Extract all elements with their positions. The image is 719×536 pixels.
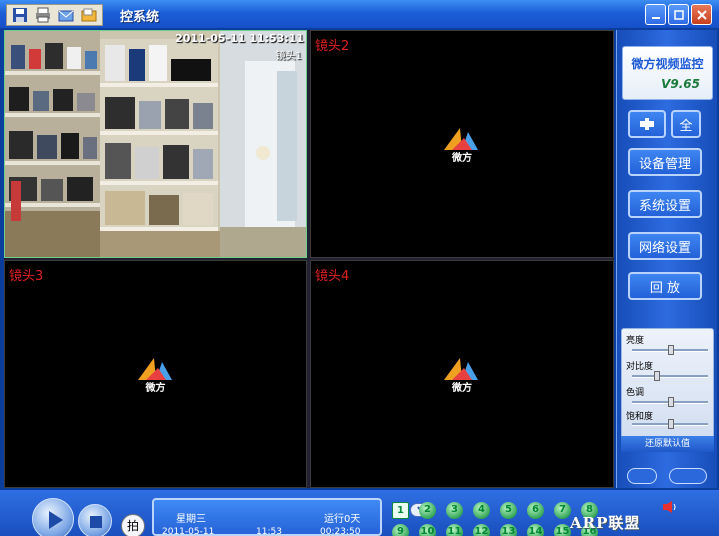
maximize-button[interactable] xyxy=(668,4,689,25)
channel-button-6[interactable]: 6 xyxy=(527,502,544,519)
channel-button-13[interactable]: 13 xyxy=(500,524,517,536)
pin-button[interactable] xyxy=(628,110,666,138)
image-adjust-panel: 亮度 对比度 色调 饱和度 xyxy=(621,328,714,452)
weifang-logo-icon: 微方 xyxy=(438,354,486,394)
lock-button[interactable] xyxy=(627,468,657,484)
close-icon xyxy=(696,9,707,20)
channel-button-5[interactable]: 5 xyxy=(500,502,517,519)
playback-button[interactable]: 回 放 xyxy=(628,272,702,300)
brightness-slider[interactable] xyxy=(632,345,708,355)
snapshot-button[interactable]: 拍 xyxy=(121,514,145,536)
stop-icon xyxy=(90,516,102,528)
channel-button-11[interactable]: 11 xyxy=(446,524,463,536)
channel-button-7[interactable]: 7 xyxy=(554,502,571,519)
video-grid: 2011-05-11 11:53:11 镜头1 镜头2 微方 镜头3 微方 镜头… xyxy=(4,30,614,488)
app-window: 控系统 2011-05-11 11:53:11 镜头1 镜头2 微方 镜头3 微… xyxy=(0,0,719,536)
channel-button-15[interactable]: 15 xyxy=(554,524,571,536)
play-button[interactable] xyxy=(32,498,74,536)
saturation-label: 饱和度 xyxy=(626,412,654,422)
date-label: 2011-05-11 xyxy=(162,527,215,536)
saturation-slider[interactable] xyxy=(632,419,708,429)
slider-thumb[interactable] xyxy=(668,345,674,355)
camera-pane-2[interactable]: 镜头2 微方 xyxy=(310,30,614,258)
quick-toolbar xyxy=(6,4,103,26)
brightness-label: 亮度 xyxy=(626,336,645,346)
version-label: V9.65 xyxy=(661,77,700,91)
folder-icon[interactable] xyxy=(79,6,99,24)
camera-pane-1[interactable]: 2011-05-11 11:53:11 镜头1 xyxy=(4,30,307,258)
window-title: 控系统 xyxy=(120,10,160,25)
time-label: 11:53 xyxy=(256,527,282,536)
channel-button-10[interactable]: 10 xyxy=(419,524,436,536)
channel-button-9[interactable]: 9 xyxy=(392,524,409,536)
run-days-label: 运行0天 xyxy=(324,514,361,525)
hue-label: 色调 xyxy=(626,388,645,398)
channel-button-12[interactable]: 12 xyxy=(473,524,490,536)
camera-pane-4[interactable]: 镜头4 微方 xyxy=(310,260,614,488)
device-management-button[interactable]: 设备管理 xyxy=(628,148,702,176)
reset-defaults-button[interactable]: 还原默认值 xyxy=(621,436,714,452)
channel-button-1[interactable]: 1 xyxy=(392,502,409,519)
brand-name: 微方视频监控 xyxy=(631,57,704,71)
channel-button-14[interactable]: 14 xyxy=(527,524,544,536)
camera-label: 镜头3 xyxy=(9,269,44,284)
play-icon xyxy=(49,511,63,529)
channel-button-2[interactable]: 2 xyxy=(419,502,436,519)
minimize-icon xyxy=(651,16,660,19)
minimize-button[interactable] xyxy=(645,4,666,25)
fullscreen-button[interactable]: 全 xyxy=(671,110,701,138)
system-settings-button[interactable]: 系统设置 xyxy=(628,190,702,218)
close-button[interactable] xyxy=(691,4,712,25)
live-camera-feed: 2011-05-11 11:53:11 镜头1 xyxy=(5,31,306,257)
mail-icon[interactable] xyxy=(56,6,76,24)
camera-pane-3[interactable]: 镜头3 微方 xyxy=(4,260,307,488)
bottom-bar: 拍 星期三 运行0天 2011-05-11 11:53 00:23:50 1 2… xyxy=(0,490,719,536)
title-bar[interactable]: 控系统 xyxy=(0,0,719,28)
status-info-panel: 星期三 运行0天 2011-05-11 11:53 00:23:50 xyxy=(152,498,434,536)
camera-label: 镜头4 xyxy=(315,269,350,284)
speaker-icon[interactable] xyxy=(662,498,678,517)
weekday-label: 星期三 xyxy=(176,514,206,525)
watermark-text: ARP联盟 xyxy=(570,514,641,532)
runtime-label: 00:23:50 xyxy=(320,527,361,536)
osd-timestamp: 2011-05-11 11:53:11 xyxy=(175,32,304,45)
print-icon[interactable] xyxy=(33,6,53,24)
osd-camera-name: 镜头1 xyxy=(275,51,302,62)
maximize-icon xyxy=(673,9,684,20)
channel-button-4[interactable]: 4 xyxy=(473,502,490,519)
contrast-slider[interactable] xyxy=(632,371,708,381)
brand-box: 微方视频监控 V9.65 xyxy=(622,46,713,100)
weifang-logo-icon: 微方 xyxy=(438,124,486,164)
camera-label: 镜头2 xyxy=(315,39,350,54)
channel-button-3[interactable]: 3 xyxy=(446,502,463,519)
control-panel: 微方视频监控 V9.65 全 设备管理 系统设置 网络设置 回 放 亮度 对比度… xyxy=(616,30,717,488)
save-icon[interactable] xyxy=(10,6,30,24)
network-settings-button[interactable]: 网络设置 xyxy=(628,232,702,260)
hue-slider[interactable] xyxy=(632,397,708,407)
pin-icon xyxy=(640,118,654,130)
weifang-logo-icon: 微方 xyxy=(132,354,180,394)
stop-button[interactable] xyxy=(78,504,112,536)
contrast-label: 对比度 xyxy=(626,362,654,372)
slider-thumb[interactable] xyxy=(668,397,674,407)
slider-thumb[interactable] xyxy=(654,371,660,381)
slider-thumb[interactable] xyxy=(668,419,674,429)
link-button[interactable] xyxy=(669,468,707,484)
